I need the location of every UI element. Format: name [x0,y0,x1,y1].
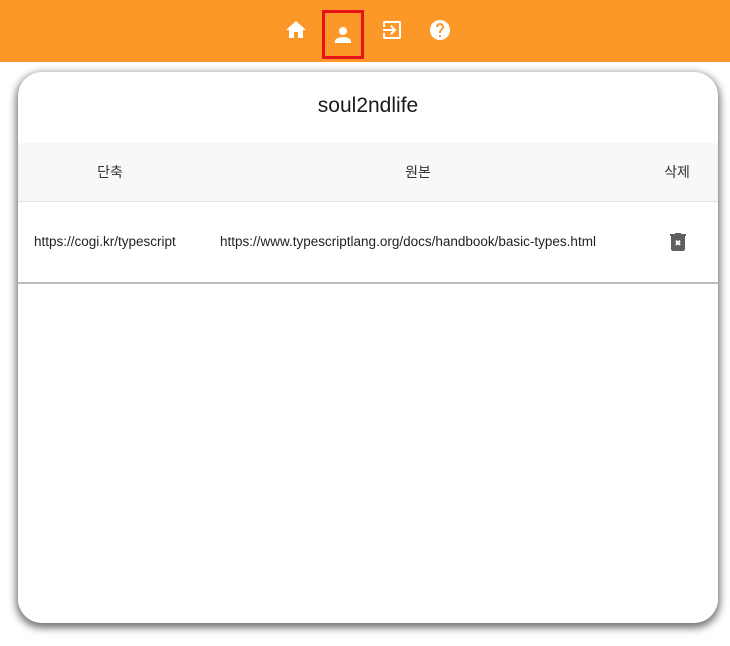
top-nav-bar [0,0,730,62]
links-card: soul2ndlife 단축 원본 삭제 https://cogi.kr/typ… [18,72,718,623]
person-icon [335,26,351,43]
table-row: https://cogi.kr/typescript https://www.t… [18,202,718,284]
trash-x-icon [670,233,686,251]
column-header-original: 원본 [405,164,431,180]
nav-help-button[interactable] [421,11,459,49]
nav-home-button[interactable] [277,11,315,49]
login-icon [383,21,401,39]
help-circle-icon [430,20,450,40]
short-url-cell[interactable]: https://cogi.kr/typescript [34,202,176,282]
home-icon [286,21,306,38]
original-url-cell[interactable]: https://www.typescriptlang.org/docs/hand… [220,202,596,282]
nav-user-button[interactable] [322,10,364,59]
column-header-short: 단축 [97,164,123,180]
nav-login-button[interactable] [373,11,411,49]
column-header-delete: 삭제 [664,164,690,180]
table-header: 단축 원본 삭제 [18,143,718,202]
page-title: soul2ndlife [317,94,419,117]
delete-button[interactable] [666,230,690,254]
